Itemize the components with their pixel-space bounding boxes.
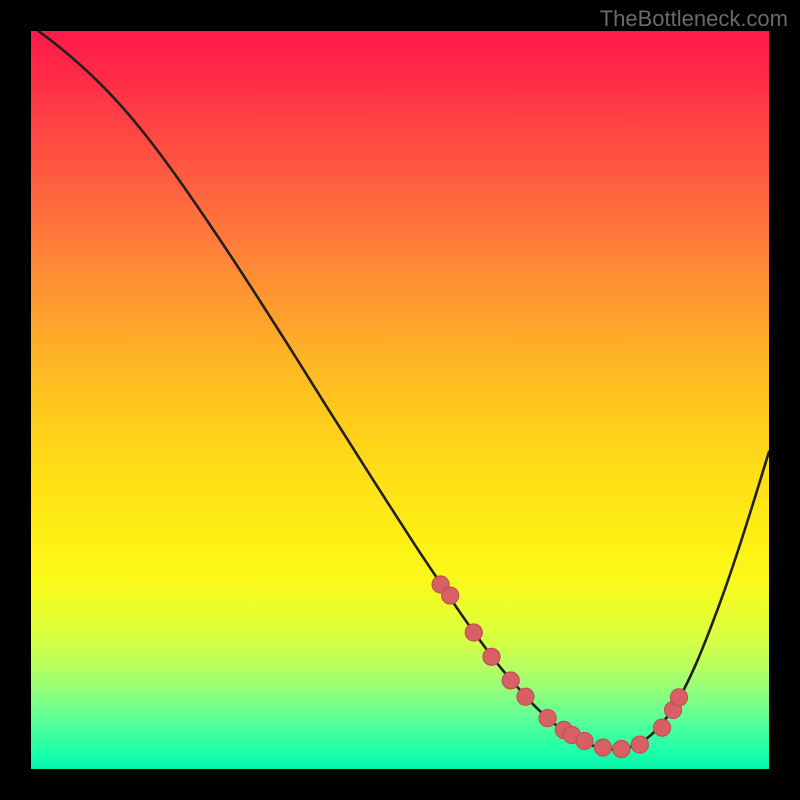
- highlight-point-marker: [613, 740, 630, 757]
- highlight-point-marker: [502, 672, 519, 689]
- highlight-point-marker: [483, 648, 500, 665]
- outer-frame: TheBottleneck.com: [0, 0, 800, 800]
- highlight-markers: [432, 576, 688, 758]
- highlight-point-marker: [670, 689, 687, 706]
- watermark-text: TheBottleneck.com: [600, 6, 788, 32]
- highlight-point-marker: [576, 732, 593, 749]
- highlight-point-marker: [517, 688, 534, 705]
- bottleneck-curve-line: [38, 31, 769, 750]
- highlight-point-marker: [539, 709, 556, 726]
- highlight-point-marker: [442, 587, 459, 604]
- highlight-point-marker: [653, 719, 670, 736]
- plot-area: [31, 31, 769, 769]
- highlight-point-marker: [631, 736, 648, 753]
- highlight-point-marker: [594, 739, 611, 756]
- highlight-point-marker: [465, 624, 482, 641]
- chart-svg: [31, 31, 769, 769]
